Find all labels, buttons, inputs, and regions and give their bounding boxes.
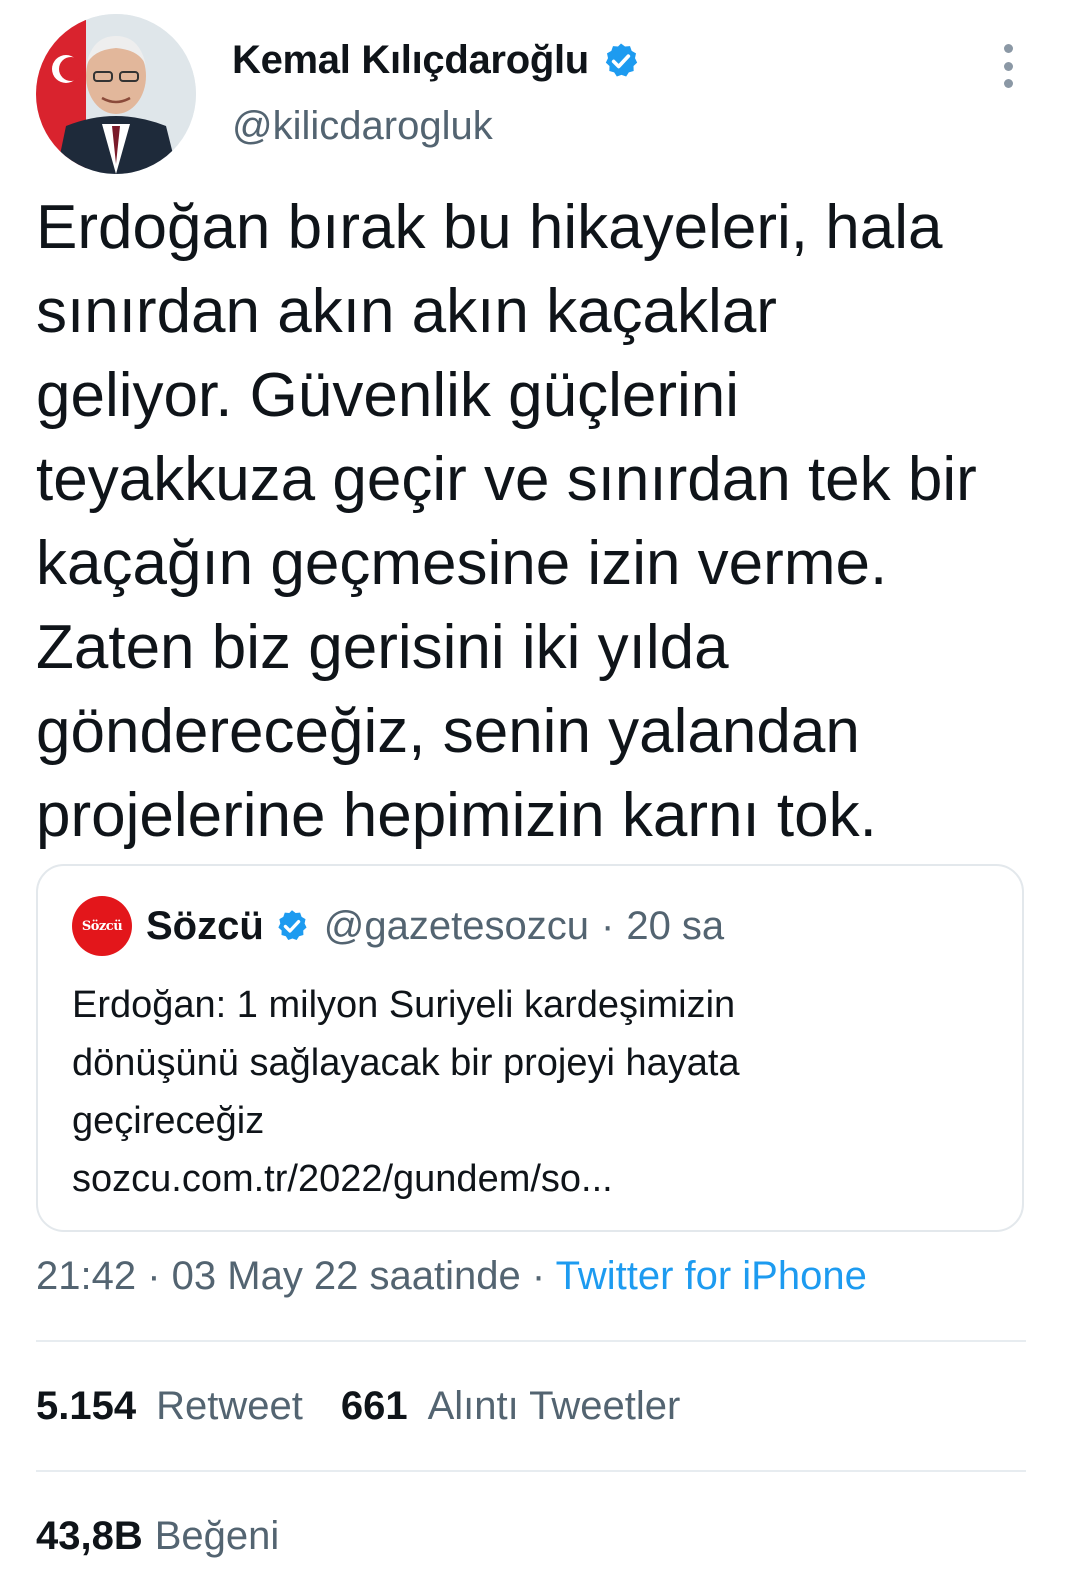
more-dot <box>1003 44 1013 53</box>
retweets-stat[interactable]: 5.154 Retweet <box>36 1384 303 1429</box>
quoted-link[interactable]: sozcu.com.tr/2022/gundem/so... <box>72 1150 1002 1208</box>
tweet-text-line: geliyor. Güvenlik güçlerini <box>36 361 740 430</box>
quote-tweets-label: Alıntı Tweetler <box>427 1384 681 1428</box>
more-dot <box>1003 79 1013 88</box>
quoted-author-handle[interactable]: @gazetesozcu <box>324 904 589 949</box>
quoted-tweet-header: Sözcü Sözcü @gazetesozcu · 20 sa <box>72 896 724 956</box>
author-name-text: Kemal Kılıçdaroğlu <box>232 38 589 82</box>
tweet-text-line: Zaten biz gerisini iki yılda <box>36 613 729 682</box>
tweet-text-line: teyakkuza geçir ve sınırdan tek bir <box>36 445 977 514</box>
author-name[interactable]: Kemal Kılıçdaroğlu <box>232 38 641 83</box>
tweet-text-line: kaçağın geçmesine izin verme. <box>36 529 888 598</box>
verified-badge-icon <box>278 910 307 940</box>
quoted-tweet-text: Erdoğan: 1 milyon Suriyeli kardeşimizin … <box>72 976 1002 1208</box>
engagement-stats-row: 5.154 Retweet 661 Alıntı Tweetler <box>36 1384 680 1429</box>
quoted-tweet-card[interactable]: Sözcü Sözcü @gazetesozcu · 20 sa Erdoğan… <box>36 864 1024 1232</box>
quoted-text-line: dönüşünü sağlayacak bir projeyi hayata <box>72 1042 740 1084</box>
quote-tweets-count: 661 <box>340 1384 408 1428</box>
tweet-text-line: Erdoğan bırak bu hikayeleri, hala <box>36 193 943 262</box>
quoted-avatar-logo-text: Sözcü <box>81 918 123 934</box>
more-dot <box>1003 61 1013 71</box>
likes-label: Beğeni <box>154 1514 280 1558</box>
quoted-timestamp[interactable]: 20 sa <box>626 904 724 949</box>
tweet-header: Kemal Kılıçdaroğlu @kilicdarogluk <box>0 0 1077 180</box>
tweet-timestamp[interactable]: 21:42 · 03 May 22 saatinde · <box>36 1254 556 1298</box>
tweet-text-line: göndereceğiz, senin yalandan <box>36 697 860 766</box>
retweets-count: 5.154 <box>36 1384 137 1428</box>
verified-badge-icon <box>605 43 638 76</box>
quoted-text-line: Erdoğan: 1 milyon Suriyeli kardeşimizin <box>72 984 736 1026</box>
avatar-image <box>36 14 196 174</box>
more-options-icon[interactable] <box>1001 44 1015 88</box>
tweet-text-line: sınırdan akın akın kaçaklar <box>36 277 777 346</box>
retweets-label: Retweet <box>156 1384 303 1428</box>
author-handle[interactable]: @kilicdarogluk <box>232 104 493 149</box>
tweet-source-link[interactable]: Twitter for iPhone <box>556 1254 867 1298</box>
avatar[interactable] <box>36 14 196 174</box>
quoted-separator: · <box>601 903 615 948</box>
divider <box>36 1470 1026 1472</box>
quote-tweets-stat[interactable]: 661 Alıntı Tweetler <box>341 1384 680 1429</box>
quoted-avatar-logo[interactable]: Sözcü <box>72 896 132 956</box>
quoted-author-name[interactable]: Sözcü <box>146 904 264 949</box>
tweet-text-line: projelerine hepimizin karnı tok. <box>36 781 877 850</box>
tweet-metadata: 21:42 · 03 May 22 saatinde · Twitter for… <box>36 1254 867 1299</box>
likes-count: 43,8B <box>36 1514 143 1558</box>
tweet-text: Erdoğan bırak bu hikayeleri, hala sınırd… <box>36 186 1046 858</box>
likes-stats-row: 43,8B Beğeni <box>36 1514 279 1559</box>
quoted-text-line: geçireceğiz <box>72 1100 265 1142</box>
likes-stat[interactable]: 43,8B Beğeni <box>36 1514 279 1559</box>
divider <box>36 1340 1026 1342</box>
